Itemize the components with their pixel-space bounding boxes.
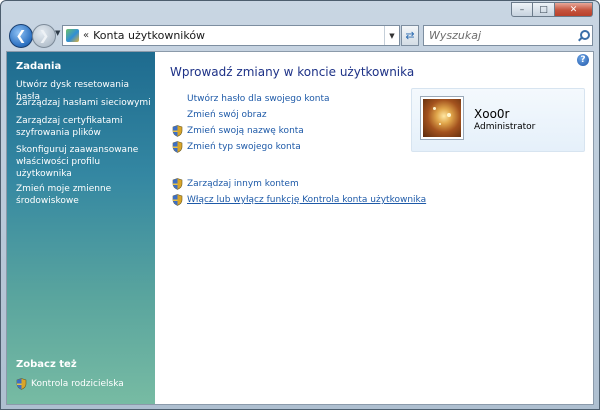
help-icon[interactable]: ? bbox=[577, 54, 589, 66]
search-input[interactable] bbox=[427, 28, 571, 43]
sidebar-link-profile-properties[interactable]: Skonfiguruj zaawansowane właściwości pro… bbox=[16, 144, 152, 180]
avatar bbox=[421, 97, 463, 139]
back-arrow-icon[interactable]: ❮ bbox=[9, 24, 33, 48]
main-pane: ? Wprowadź zmiany w koncie użytkownika U… bbox=[155, 52, 593, 404]
task-label: Zmień swój obraz bbox=[187, 110, 267, 120]
task-change-account-name[interactable]: Zmień swoją nazwę konta bbox=[172, 125, 304, 137]
sidebar-link-network-passwords[interactable]: Zarządzaj hasłami sieciowymi bbox=[16, 97, 152, 109]
control-panel-icon bbox=[66, 29, 79, 42]
task-label: Zarządzaj innym kontem bbox=[187, 179, 299, 189]
refresh-icon: ⇄ bbox=[405, 29, 415, 42]
see-also-heading: Zobacz też bbox=[16, 359, 77, 370]
breadcrumb-current[interactable]: Konta użytkowników bbox=[93, 29, 205, 42]
navigation-bar: ❮ ❯ ▼ « Konta użytkowników ▼ ⇄ bbox=[1, 19, 599, 51]
refresh-button[interactable]: ⇄ bbox=[401, 25, 419, 46]
uac-shield-icon bbox=[172, 125, 183, 137]
page-title: Wprowadź zmiany w koncie użytkownika bbox=[170, 65, 415, 79]
breadcrumb-chevron[interactable]: « bbox=[83, 30, 89, 41]
maximize-button[interactable]: □ bbox=[533, 2, 555, 17]
task-change-picture[interactable]: Zmień swój obraz bbox=[187, 110, 267, 120]
recent-pages-dropdown-icon[interactable]: ▼ bbox=[55, 29, 60, 37]
uac-shield-icon bbox=[172, 178, 183, 190]
sidebar-link-encryption-certificates[interactable]: Zarządzaj certyfikatami szyfrowania plik… bbox=[16, 115, 152, 139]
task-manage-other-account[interactable]: Zarządzaj innym kontem bbox=[172, 178, 299, 190]
sidebar-link-parental-controls[interactable]: Kontrola rodzicielska bbox=[16, 378, 124, 390]
task-label: Zmień typ swojego konta bbox=[187, 142, 301, 152]
user-account-card: Xoo0r Administrator bbox=[411, 88, 585, 152]
forward-arrow-icon[interactable]: ❯ bbox=[32, 24, 56, 48]
search-box[interactable] bbox=[423, 25, 593, 46]
task-label: Włącz lub wyłącz funkcję Kontrola konta … bbox=[187, 195, 427, 205]
control-panel-window: – □ ✕ ❮ ❯ ▼ « Konta użytkowników ▼ ⇄ Zad… bbox=[0, 0, 600, 410]
address-bar[interactable]: « Konta użytkowników ▼ bbox=[62, 25, 400, 46]
minimize-button[interactable]: – bbox=[511, 2, 533, 17]
user-name: Xoo0r bbox=[474, 107, 510, 121]
sidebar-link-label: Kontrola rodzicielska bbox=[31, 379, 124, 389]
tasks-heading: Zadania bbox=[16, 61, 62, 72]
content-area: Zadania Utwórz dysk resetowania hasła Za… bbox=[6, 51, 594, 405]
uac-shield-icon bbox=[172, 194, 183, 206]
uac-shield-icon bbox=[172, 141, 183, 153]
task-toggle-uac[interactable]: Włącz lub wyłącz funkcję Kontrola konta … bbox=[172, 194, 426, 206]
task-change-account-type[interactable]: Zmień typ swojego konta bbox=[172, 141, 301, 153]
task-label: Zmień swoją nazwę konta bbox=[187, 126, 304, 136]
search-icon[interactable] bbox=[577, 29, 590, 42]
uac-shield-icon bbox=[16, 378, 27, 390]
task-pane: Zadania Utwórz dysk resetowania hasła Za… bbox=[7, 52, 155, 404]
caption-buttons: – □ ✕ bbox=[511, 2, 593, 17]
sidebar-link-environment-variables[interactable]: Zmień moje zmienne środowiskowe bbox=[16, 183, 152, 207]
close-button[interactable]: ✕ bbox=[555, 2, 593, 17]
address-dropdown-icon[interactable]: ▼ bbox=[384, 26, 399, 45]
task-label: Utwórz hasło dla swojego konta bbox=[187, 94, 330, 104]
task-create-password[interactable]: Utwórz hasło dla swojego konta bbox=[187, 94, 330, 104]
user-role: Administrator bbox=[474, 122, 536, 132]
